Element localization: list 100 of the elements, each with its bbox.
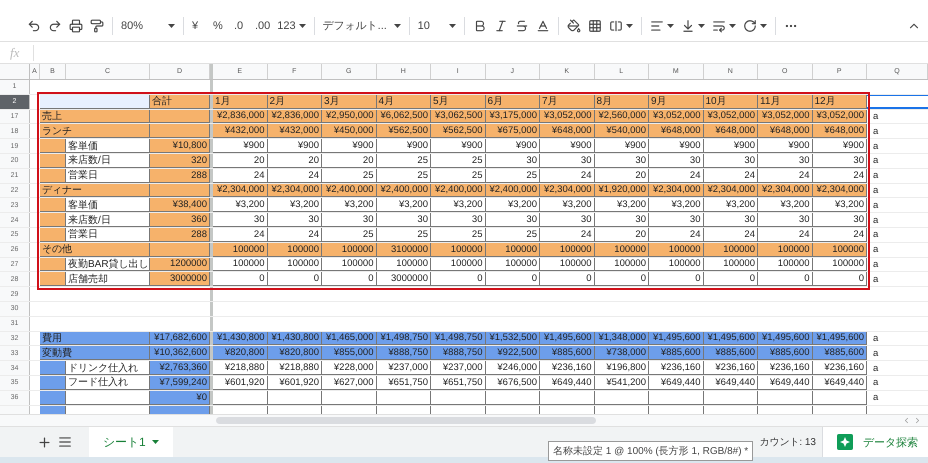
table-cell[interactable]: 30	[431, 213, 486, 227]
table-cell[interactable]: 9月	[649, 94, 704, 109]
table-cell[interactable]: 合計	[150, 94, 210, 109]
table-cell[interactable]: ¥1,495,600	[812, 332, 867, 346]
table-cell[interactable]: 1200000	[150, 258, 210, 272]
table-cell[interactable]: 30	[268, 213, 322, 227]
table-cell[interactable]: ¥900	[649, 139, 704, 153]
table-cell[interactable]: 360	[150, 213, 210, 227]
table-cell[interactable]: 100000	[704, 258, 758, 272]
table-cell[interactable]: ¥3,200	[213, 198, 268, 212]
table-cell[interactable]: ¥885,600	[540, 346, 594, 360]
table-cell[interactable]: 100000	[812, 258, 867, 272]
table-cell[interactable]: 6月	[486, 94, 540, 109]
table-cell[interactable]: ¥1,495,600	[649, 332, 704, 346]
table-cell[interactable]: ¥601,920	[268, 376, 322, 390]
table-cell[interactable]: 0	[649, 272, 704, 286]
table-cell[interactable]: ¥450,000	[322, 124, 376, 138]
table-cell[interactable]: 4月	[376, 94, 431, 109]
table-cell[interactable]: ¥900	[812, 139, 867, 153]
table-cell[interactable]: ¥649,440	[812, 376, 867, 390]
table-cell[interactable]: 288	[150, 228, 210, 242]
table-cell[interactable]: ¥885,600	[812, 346, 867, 360]
currency-button[interactable]: ¥	[189, 14, 209, 38]
table-cell[interactable]: ¥3,052,000	[704, 110, 758, 124]
table-cell[interactable]: ¥196,800	[594, 361, 649, 375]
table-cell[interactable]: 25	[322, 228, 376, 242]
table-cell[interactable]: ¥900	[486, 139, 540, 153]
table-cell[interactable]: ¥648,000	[758, 124, 812, 138]
table-cell[interactable]: 20	[268, 154, 322, 168]
table-cell[interactable]: ¥246,000	[486, 361, 540, 375]
table-cell[interactable]: 3月	[322, 94, 376, 109]
table-cell[interactable]: ¥3,200	[594, 198, 649, 212]
table-cell[interactable]: ¥900	[213, 139, 268, 153]
table-cell[interactable]: ¥2,304,000	[213, 184, 268, 198]
table-cell[interactable]: ¥2,950,000	[322, 110, 376, 124]
table-cell[interactable]: 30	[322, 213, 376, 227]
table-cell[interactable]: ¥900	[540, 139, 594, 153]
table-cell[interactable]: 24	[812, 168, 867, 183]
table-cell[interactable]: ディナー	[40, 184, 150, 198]
table-cell[interactable]: 24	[704, 168, 758, 183]
table-cell[interactable]: 1月	[213, 94, 268, 109]
table-cell[interactable]: ¥3,062,500	[431, 110, 486, 124]
table-cell[interactable]: ¥627,000	[322, 376, 376, 390]
table-cell[interactable]: ¥1,465,000	[322, 332, 376, 346]
table-cell[interactable]: ¥2,304,000	[268, 184, 322, 198]
table-cell[interactable]	[40, 154, 66, 168]
table-cell[interactable]: 25	[376, 228, 431, 242]
table-cell[interactable]: 客単価	[66, 139, 150, 153]
table-cell[interactable]: ¥237,000	[376, 361, 431, 375]
table-cell[interactable]: 0	[540, 272, 594, 286]
table-cell[interactable]: ¥2,763,360	[150, 361, 210, 375]
table-cell[interactable]: 11月	[758, 94, 812, 109]
table-cell[interactable]: 320	[150, 154, 210, 168]
table-cell[interactable]: 20	[594, 168, 649, 183]
table-cell[interactable]: 100000	[704, 242, 758, 257]
table-cell[interactable]: 100000	[649, 242, 704, 257]
table-cell[interactable]: 30	[376, 213, 431, 227]
table-cell[interactable]	[40, 258, 66, 272]
table-cell[interactable]: 20	[594, 228, 649, 242]
table-cell[interactable]: ¥649,440	[649, 376, 704, 390]
table-cell[interactable]: 30	[812, 213, 867, 227]
table-cell[interactable]: ¥3,200	[540, 198, 594, 212]
table-cell[interactable]	[40, 213, 66, 227]
table-cell[interactable]: ¥900	[322, 139, 376, 153]
table-cell[interactable]: 100000	[812, 242, 867, 257]
table-cell[interactable]: 30	[486, 213, 540, 227]
table-cell[interactable]	[268, 390, 322, 405]
table-cell[interactable]: ¥38,400	[150, 198, 210, 212]
table-cell[interactable]: ¥648,000	[649, 124, 704, 138]
table-cell[interactable]: ¥888,750	[376, 346, 431, 360]
table-cell[interactable]: 100000	[268, 258, 322, 272]
table-cell[interactable]: 店舗売却	[66, 272, 150, 286]
table-cell[interactable]: 100000	[322, 258, 376, 272]
table-cell[interactable]: 100000	[540, 258, 594, 272]
table-cell[interactable]: ¥2,304,000	[812, 184, 867, 198]
table-cell[interactable]: ¥3,200	[812, 198, 867, 212]
table-cell[interactable]	[40, 390, 66, 405]
table-cell[interactable]	[40, 361, 66, 375]
table-cell[interactable]: ¥885,600	[649, 346, 704, 360]
table-cell[interactable]: 10月	[704, 94, 758, 109]
table-cell[interactable]: ¥900	[431, 139, 486, 153]
table-cell[interactable]: ¥855,000	[322, 346, 376, 360]
number-format-dropdown[interactable]: 123	[274, 14, 309, 38]
table-cell[interactable]	[540, 390, 594, 405]
table-cell[interactable]: ¥1,495,600	[758, 332, 812, 346]
table-cell[interactable]: ¥1,430,800	[213, 332, 268, 346]
table-cell[interactable]: ¥228,000	[322, 361, 376, 375]
table-cell[interactable]: 25	[376, 154, 431, 168]
table-cell[interactable]: ¥0	[150, 390, 210, 405]
table-cell[interactable]: ¥540,000	[594, 124, 649, 138]
table-cell[interactable]: 30	[758, 154, 812, 168]
table-cell[interactable]: 24	[649, 228, 704, 242]
table-cell[interactable]: 100000	[268, 242, 322, 257]
table-cell[interactable]: 24	[213, 168, 268, 183]
percent-button[interactable]: %	[210, 14, 230, 38]
table-cell[interactable]: ¥2,836,000	[268, 110, 322, 124]
table-cell[interactable]	[431, 390, 486, 405]
table-cell[interactable]: ¥900	[594, 139, 649, 153]
table-cell[interactable]: ¥218,880	[268, 361, 322, 375]
table-cell[interactable]: ¥820,800	[268, 346, 322, 360]
